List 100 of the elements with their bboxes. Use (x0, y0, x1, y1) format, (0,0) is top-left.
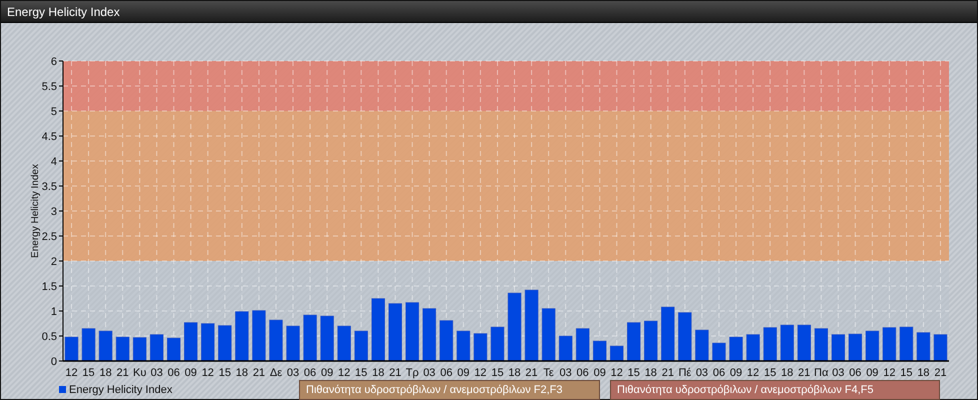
axis-tick-label: 09 (184, 367, 197, 379)
axis-tick-label: 12 (746, 367, 760, 379)
axis-tick-label: 15 (764, 367, 776, 379)
axis-tick-label: 03 (150, 367, 163, 379)
bar (831, 334, 846, 362)
axis-tick-label: 15 (82, 367, 95, 379)
axis-tick-label: 09 (457, 367, 470, 379)
bar (712, 342, 726, 362)
bar (661, 306, 675, 362)
bar (900, 326, 914, 362)
axis-tick-label: 0 (50, 356, 57, 368)
axis-tick-label: 15 (628, 367, 640, 379)
band-legend-label: Πιθανότητα υδροστρόβιλων / ανεμοστρόβιλων F2,F3 (299, 380, 600, 400)
axis-tick-label: 15 (355, 367, 368, 379)
bar (252, 310, 266, 362)
axis-tick-label: 5 (50, 106, 57, 118)
axis-tick-label: 21 (525, 367, 538, 379)
axis-tick-label: 12 (474, 367, 487, 379)
bar (388, 303, 402, 362)
axis-tick-label: 06 (712, 367, 726, 379)
bar (320, 316, 334, 362)
axis-tick-label: 12 (202, 367, 214, 379)
bar (627, 322, 641, 362)
axis-tick-label: 06 (304, 367, 316, 379)
axis-tick-label: 21 (934, 367, 947, 379)
axis-tick-label: 18 (781, 367, 794, 379)
bar (235, 311, 249, 362)
bar (150, 334, 164, 362)
axis-tick-label: 21 (662, 367, 674, 379)
axis-tick-label: 09 (594, 367, 606, 379)
bar (406, 302, 420, 362)
bar (269, 320, 283, 362)
axis-tick-label: 3.5 (42, 181, 57, 193)
bar (780, 324, 794, 362)
axis-tick-label: 21 (798, 367, 810, 379)
bar (201, 323, 215, 362)
axis-tick-label: 1 (50, 306, 57, 318)
bar (166, 338, 181, 362)
bar (866, 330, 880, 362)
bar (474, 333, 488, 362)
axis-tick-label: 03 (696, 367, 708, 379)
axis-tick-label: 06 (849, 367, 862, 379)
axis-tick-label: Πα (814, 367, 828, 379)
bar (644, 320, 658, 362)
axis-tick-label: 12 (65, 367, 78, 379)
bar (558, 336, 572, 362)
axis-tick-label: 03 (286, 367, 300, 379)
bar (490, 326, 504, 362)
bar (286, 326, 300, 362)
axis-tick-label: 09 (866, 367, 878, 379)
axis-tick-label: 2.5 (42, 231, 57, 243)
axis-tick-label: Πέ (678, 367, 692, 379)
bar (218, 325, 232, 362)
band-legend-label: Πιθανότητα υδροστρόβιλων / ανεμοστρόβιλων F4,F5 (610, 380, 940, 400)
axis-tick-label: 12 (610, 367, 623, 379)
bar (882, 327, 896, 362)
bar (422, 308, 436, 362)
axis-tick-label: 0.5 (42, 331, 57, 343)
bar (576, 328, 590, 362)
bar (814, 328, 828, 362)
axis-tick-label: 15 (900, 367, 913, 379)
axis-tick-label: 15 (218, 367, 231, 379)
bar (797, 324, 811, 362)
axis-tick-label: 06 (440, 367, 452, 379)
axis-tick-label: 09 (320, 367, 334, 379)
axis-tick-label: 4 (50, 156, 57, 168)
bar (695, 330, 709, 362)
bar (440, 320, 454, 362)
axis-tick-label: 6 (50, 56, 57, 68)
axis-tick-label: 18 (372, 367, 384, 379)
legend-label: Energy Helicity Index (69, 384, 172, 396)
axis-tick-label: 21 (389, 367, 402, 379)
axis-tick-label: 21 (116, 367, 129, 379)
bar (64, 336, 78, 362)
axis-tick-label: 18 (236, 367, 248, 379)
axis-tick-label: 06 (576, 367, 589, 379)
bar (456, 330, 470, 362)
bar (524, 290, 538, 362)
axis-tick-label: 03 (560, 367, 572, 379)
bar (371, 298, 385, 362)
axis-tick-label: 06 (168, 367, 180, 379)
bar (610, 346, 624, 362)
bar (508, 292, 522, 362)
axis-tick-label: 09 (730, 367, 742, 379)
bar (354, 330, 368, 362)
window-title: Energy Helicity Index (1, 1, 977, 23)
bar (98, 330, 112, 362)
bar (337, 326, 351, 362)
axis-tick-label: 2 (50, 256, 57, 268)
bar (542, 308, 556, 362)
bar (916, 332, 930, 362)
axis-tick-label: 18 (917, 367, 930, 379)
axis-tick-label: 18 (508, 367, 521, 379)
axis-tick-label: 03 (832, 367, 844, 379)
axis-tick-label: 15 (491, 367, 504, 379)
bar (184, 322, 198, 362)
bar (678, 312, 692, 362)
bar (848, 334, 862, 362)
axis-tick-label: Δε (270, 367, 282, 379)
bar (763, 327, 777, 362)
